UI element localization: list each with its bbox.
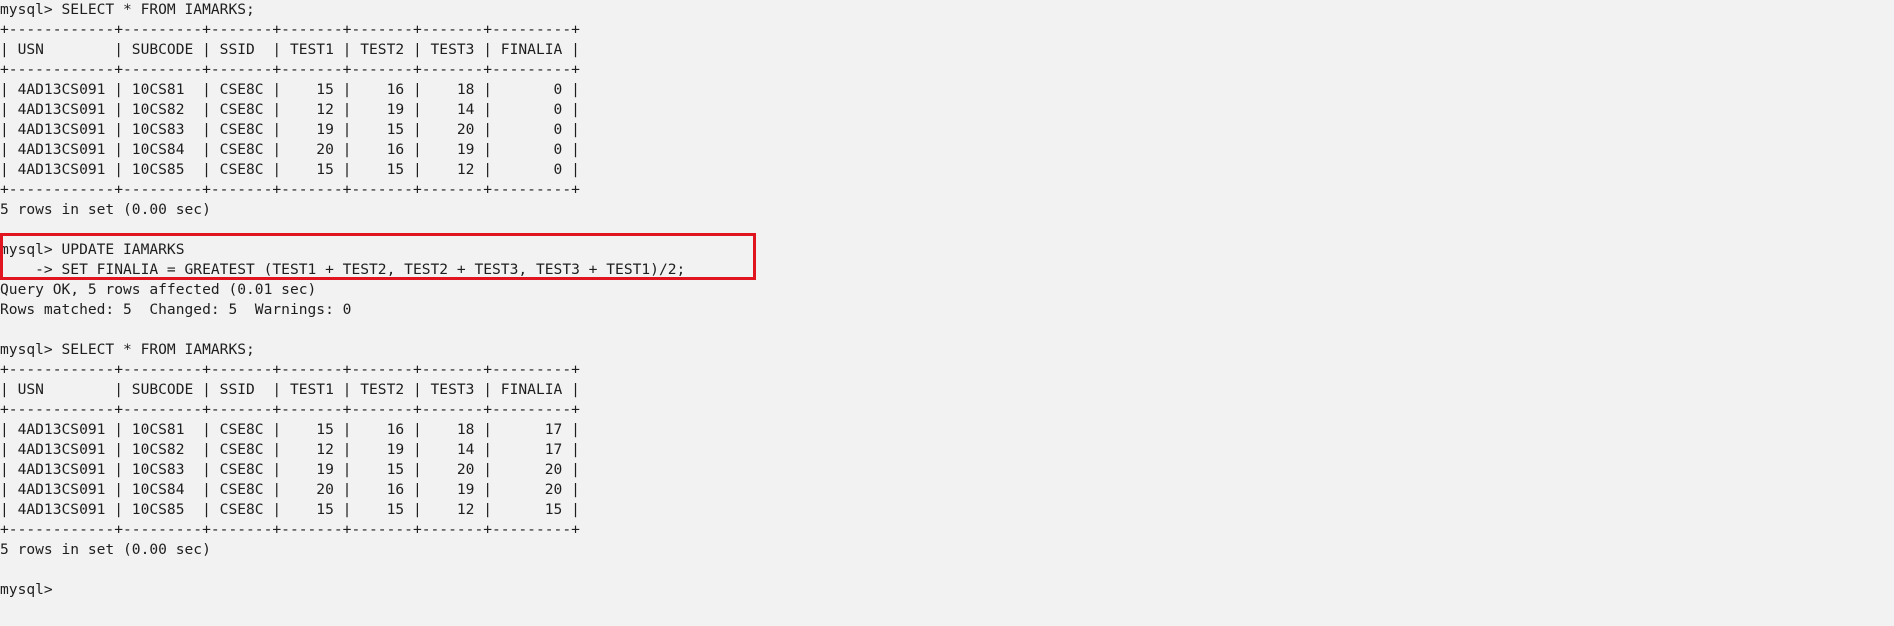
command-prompt-line: mysql> SELECT * FROM IAMARKS; — [0, 341, 255, 358]
result-status-line: 5 rows in set (0.00 sec) — [0, 541, 211, 558]
table-row: | 4AD13CS091 | 10CS83 | CSE8C | 19 | 15 … — [0, 461, 580, 478]
result-status-line: Query OK, 5 rows affected (0.01 sec) — [0, 281, 317, 298]
table-row: | 4AD13CS091 | 10CS85 | CSE8C | 15 | 15 … — [0, 501, 580, 518]
table-row: | 4AD13CS091 | 10CS83 | CSE8C | 19 | 15 … — [0, 121, 580, 138]
result-status-line: Rows matched: 5 Changed: 5 Warnings: 0 — [0, 301, 352, 318]
table-border: +------------+---------+-------+-------+… — [0, 401, 580, 418]
result-status-line: 5 rows in set (0.00 sec) — [0, 201, 211, 218]
command-prompt-line: mysql> SELECT * FROM IAMARKS; — [0, 1, 255, 18]
command-prompt-line: mysql> UPDATE IAMARKS — [0, 241, 185, 258]
table-border: +------------+---------+-------+-------+… — [0, 181, 580, 198]
table-row: | 4AD13CS091 | 10CS82 | CSE8C | 12 | 19 … — [0, 441, 580, 458]
table-row: | 4AD13CS091 | 10CS81 | CSE8C | 15 | 16 … — [0, 81, 580, 98]
command-input-prompt[interactable]: mysql> — [0, 580, 1894, 600]
table-row: | 4AD13CS091 | 10CS85 | CSE8C | 15 | 15 … — [0, 161, 580, 178]
table-border: +------------+---------+-------+-------+… — [0, 521, 580, 538]
table-header: | USN | SUBCODE | SSID | TEST1 | TEST2 |… — [0, 41, 580, 58]
table-border: +------------+---------+-------+-------+… — [0, 361, 580, 378]
table-row: | 4AD13CS091 | 10CS82 | CSE8C | 12 | 19 … — [0, 101, 580, 118]
table-border: +------------+---------+-------+-------+… — [0, 21, 580, 38]
table-row: | 4AD13CS091 | 10CS84 | CSE8C | 20 | 16 … — [0, 481, 580, 498]
command-continuation-line: -> SET FINALIA = GREATEST (TEST1 + TEST2… — [0, 261, 686, 278]
terminal-output[interactable]: mysql> SELECT * FROM IAMARKS; +---------… — [0, 0, 1894, 626]
table-row: | 4AD13CS091 | 10CS81 | CSE8C | 15 | 16 … — [0, 421, 580, 438]
table-row: | 4AD13CS091 | 10CS84 | CSE8C | 20 | 16 … — [0, 141, 580, 158]
table-border: +------------+---------+-------+-------+… — [0, 61, 580, 78]
table-header: | USN | SUBCODE | SSID | TEST1 | TEST2 |… — [0, 381, 580, 398]
